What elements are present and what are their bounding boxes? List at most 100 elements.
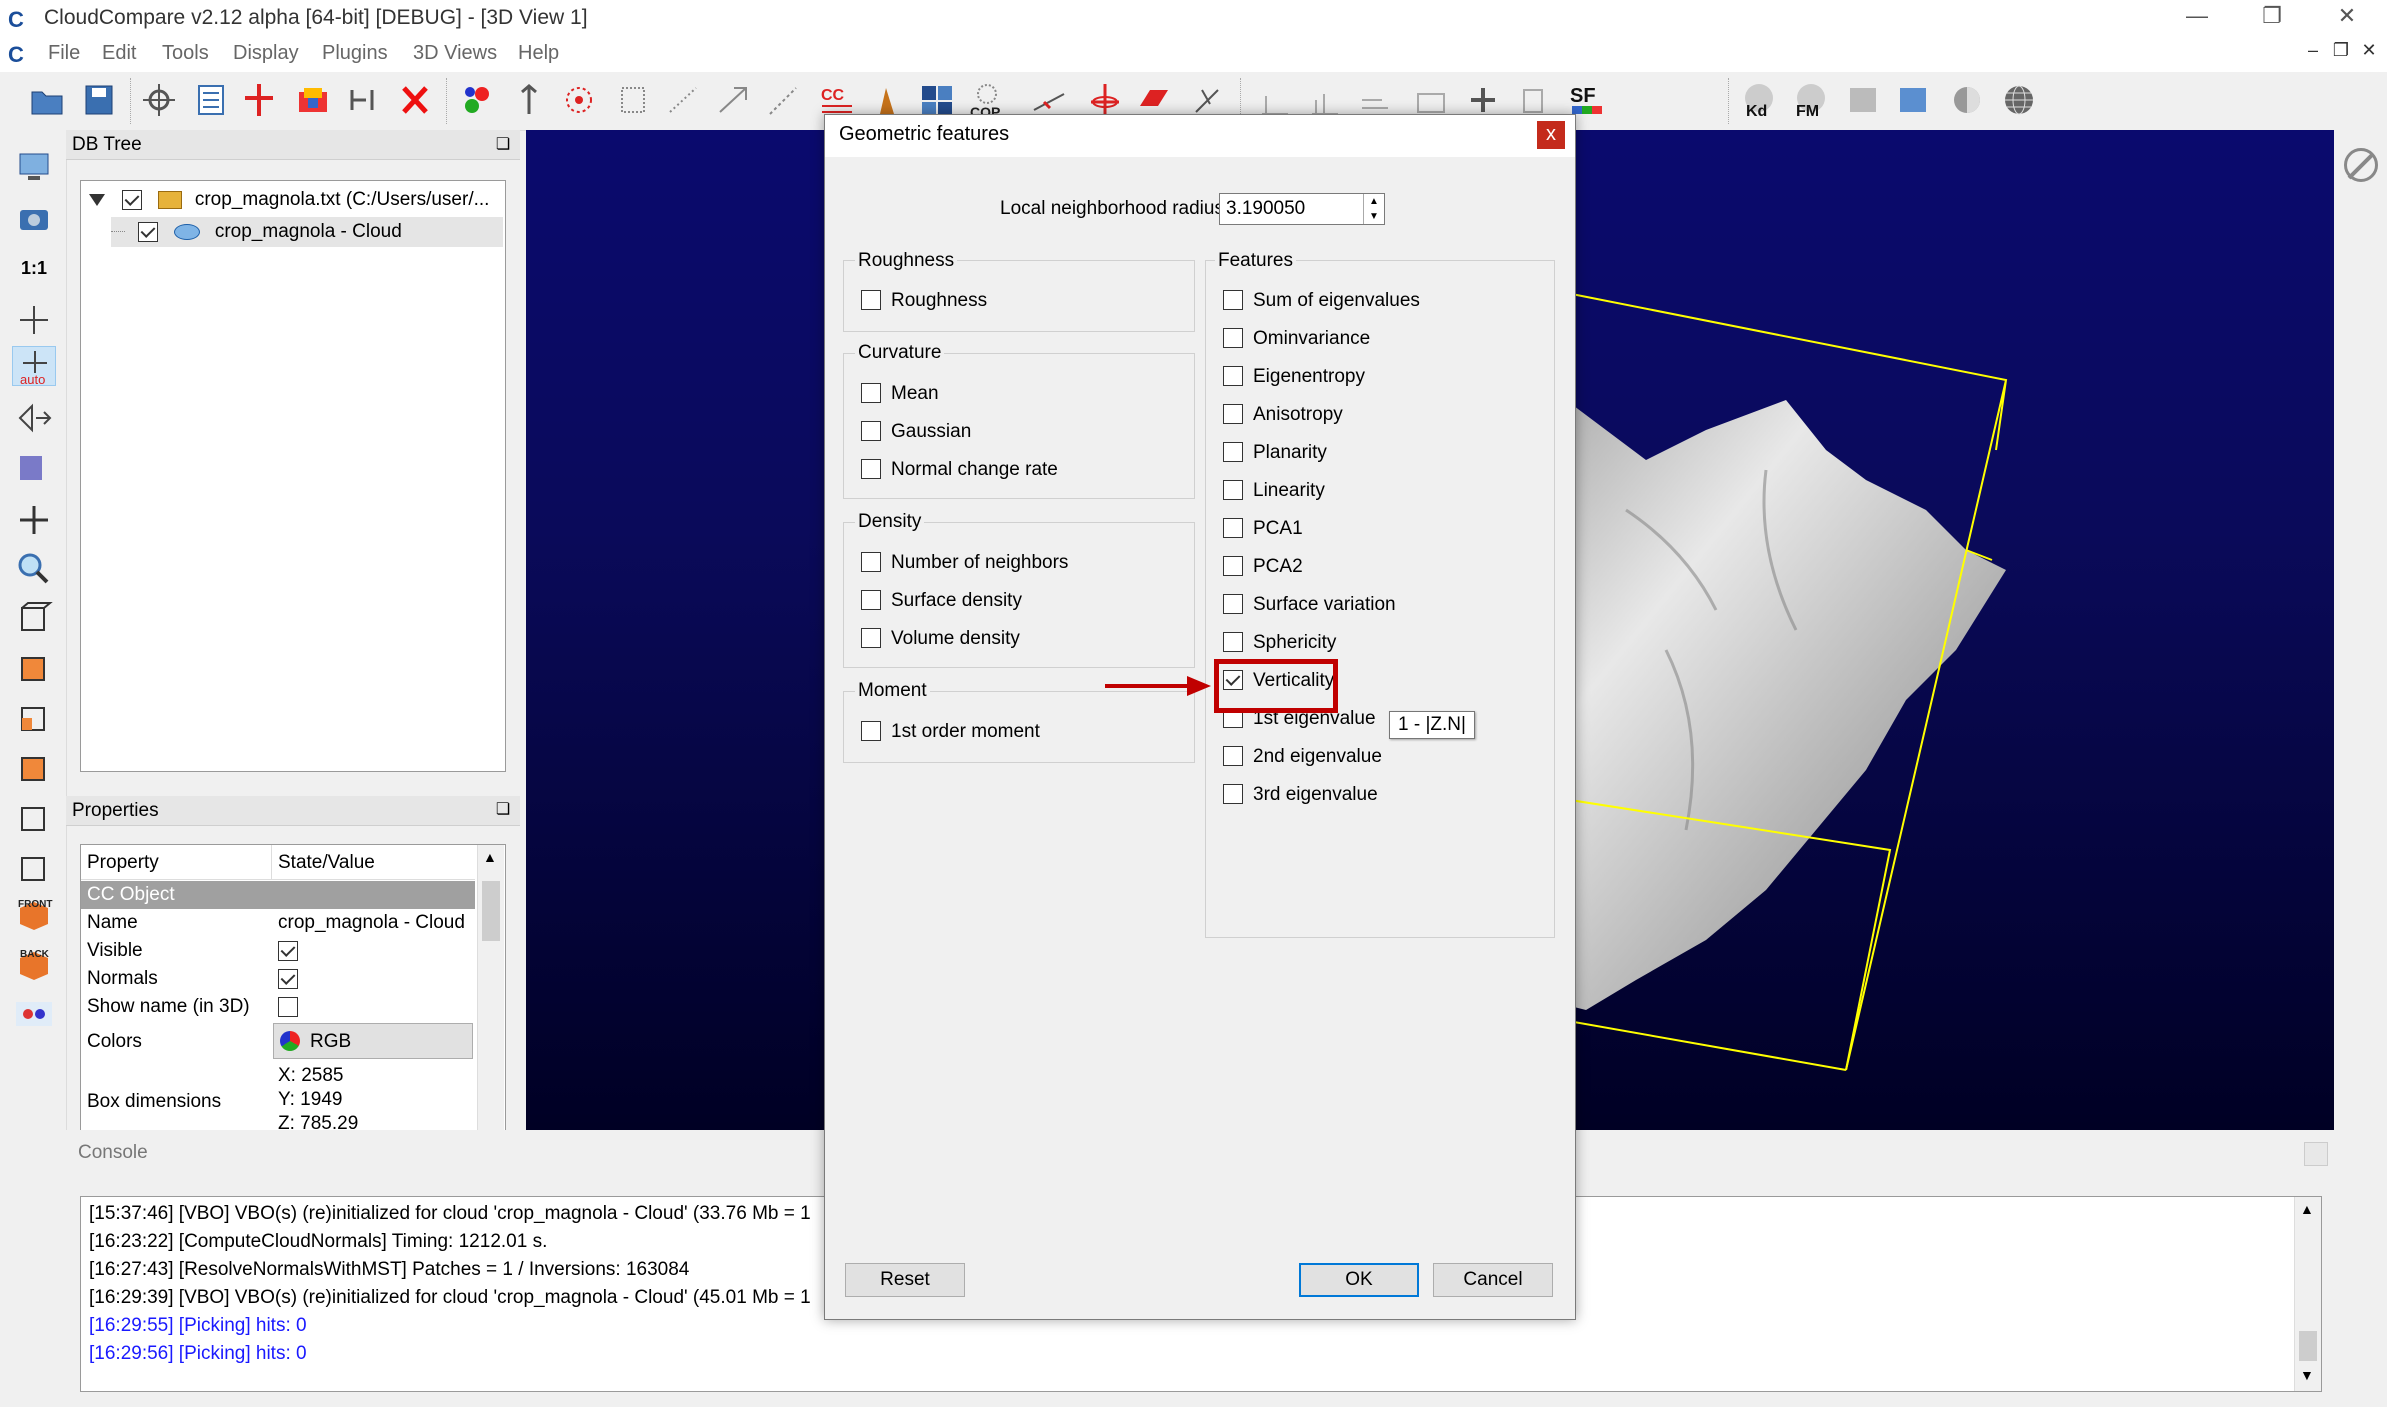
delete-icon[interactable] (396, 80, 434, 120)
close-window-button[interactable]: ✕ (2312, 0, 2382, 34)
first-order-moment-checkbox[interactable] (861, 721, 881, 741)
gaussian-option[interactable]: Gaussian (861, 421, 971, 443)
prop-name-value[interactable]: crop_magnola - Cloud (278, 912, 465, 934)
stereo-icon[interactable] (12, 994, 56, 1034)
properties-scrollbar[interactable]: ▲ (477, 845, 504, 1131)
spin-up-icon[interactable]: ▲ (1363, 194, 1384, 209)
zoom-icon[interactable] (12, 548, 56, 588)
view-right-icon[interactable] (12, 798, 56, 838)
mean-option[interactable]: Mean (861, 383, 939, 405)
show-name-checkbox[interactable] (278, 997, 298, 1017)
translate-icon[interactable] (12, 500, 56, 540)
transform-icon[interactable] (140, 80, 178, 120)
mdi-restore-icon[interactable]: ❐ (2328, 40, 2354, 66)
menu-3d-views[interactable]: 3D Views (413, 42, 497, 65)
pca2-checkbox[interactable] (1223, 556, 1243, 576)
fast-marching-icon[interactable]: FM (1792, 80, 1830, 120)
dialog-close-button[interactable]: x (1537, 121, 1565, 149)
eigenentropy-option[interactable]: Eigenentropy (1223, 366, 1365, 388)
open-icon[interactable] (28, 80, 66, 120)
tree-item-file[interactable]: crop_magnola.txt (C:/Users/user/... (89, 185, 489, 215)
sum-of-eigenvalues-option[interactable]: Sum of eigenvalues (1223, 290, 1420, 312)
iso-front-icon[interactable]: FRONT (12, 894, 56, 934)
csv-icon[interactable] (1894, 80, 1932, 120)
export-icon[interactable] (1844, 80, 1882, 120)
pca1-checkbox[interactable] (1223, 518, 1243, 538)
perspective-icon[interactable] (12, 398, 56, 438)
cancel-button[interactable]: Cancel (1433, 1263, 1553, 1297)
merge-icon[interactable] (458, 80, 496, 120)
menu-file[interactable]: File (48, 42, 80, 65)
menu-edit[interactable]: Edit (102, 42, 136, 65)
third-eigenvalue-option[interactable]: 3rd eigenvalue (1223, 784, 1378, 806)
scroll-up-icon[interactable]: ▲ (483, 849, 497, 865)
menu-tools[interactable]: Tools (162, 42, 209, 65)
col-property[interactable]: Property (87, 852, 159, 874)
dbtree-view[interactable]: crop_magnola.txt (C:/Users/user/... crop… (80, 180, 506, 772)
noise-icon[interactable] (664, 80, 702, 120)
surface-density-option[interactable]: Surface density (861, 590, 1022, 612)
planarity-option[interactable]: Planarity (1223, 442, 1327, 464)
registration-icon[interactable] (764, 80, 802, 120)
ok-button[interactable]: OK (1299, 1263, 1419, 1297)
scrollbar-thumb[interactable] (482, 881, 500, 941)
save-icon[interactable] (80, 80, 118, 120)
surface-variation-option[interactable]: Surface variation (1223, 594, 1396, 616)
volume-density-checkbox[interactable] (861, 628, 881, 648)
tree-file-label[interactable]: crop_magnola.txt (C:/Users/user/... (195, 189, 490, 210)
pick-rotation-center-icon[interactable] (12, 300, 56, 340)
menu-display[interactable]: Display (233, 42, 299, 65)
pca2-option[interactable]: PCA2 (1223, 556, 1303, 578)
normals-checkbox[interactable] (278, 969, 298, 989)
second-eigenvalue-checkbox[interactable] (1223, 746, 1243, 766)
reset-button[interactable]: Reset (845, 1263, 965, 1297)
menu-plugins[interactable]: Plugins (322, 42, 388, 65)
normal-change-rate-checkbox[interactable] (861, 459, 881, 479)
mdi-minimize-icon[interactable]: – (2300, 40, 2326, 66)
sphericity-checkbox[interactable] (1223, 632, 1243, 652)
ominvariance-option[interactable]: Ominvariance (1223, 328, 1370, 350)
number-of-neighbors-option[interactable]: Number of neighbors (861, 552, 1068, 574)
minimize-button[interactable]: — (2162, 0, 2232, 34)
tree-cloud-checkbox[interactable] (138, 221, 159, 242)
console-scrollbar[interactable]: ▲ ▼ (2294, 1197, 2321, 1391)
first-order-moment-option[interactable]: 1st order moment (861, 721, 1040, 743)
mean-checkbox[interactable] (861, 383, 881, 403)
lights-icon[interactable] (12, 448, 56, 488)
point-pick-icon[interactable] (240, 80, 278, 120)
view-top-icon[interactable] (12, 598, 56, 638)
number-of-neighbors-checkbox[interactable] (861, 552, 881, 572)
view-front-icon[interactable] (12, 648, 56, 688)
scrollbar-thumb[interactable] (2299, 1331, 2317, 1361)
subsample-icon[interactable] (614, 80, 652, 120)
kdtree-icon[interactable]: Kd (1740, 80, 1778, 120)
mdi-close-icon[interactable]: ✕ (2356, 40, 2382, 66)
pca1-option[interactable]: PCA1 (1223, 518, 1303, 540)
tree-cloud-label[interactable]: crop_magnola - Cloud (215, 221, 402, 242)
scroll-down-icon[interactable]: ▼ (2300, 1367, 2314, 1383)
dbtree-float-icon[interactable]: ❏ (492, 135, 514, 155)
view-back-icon[interactable] (12, 748, 56, 788)
list-icon[interactable] (192, 80, 230, 120)
sum-of-eigenvalues-checkbox[interactable] (1223, 290, 1243, 310)
screen-icon[interactable] (12, 148, 56, 188)
sample-icon[interactable] (560, 80, 598, 120)
sphericity-option[interactable]: Sphericity (1223, 632, 1336, 654)
visible-checkbox[interactable] (278, 941, 298, 961)
ominvariance-checkbox[interactable] (1223, 328, 1243, 348)
radius-value[interactable]: 3.190050 (1226, 198, 1305, 220)
third-eigenvalue-checkbox[interactable] (1223, 784, 1243, 804)
menu-help[interactable]: Help (518, 42, 559, 65)
globe-icon[interactable] (2000, 80, 2038, 120)
planarity-checkbox[interactable] (1223, 442, 1243, 462)
auto-pick-center-icon[interactable]: auto (12, 346, 56, 387)
iso-back-icon[interactable]: BACK (12, 944, 56, 984)
camera-icon[interactable] (12, 198, 56, 238)
roughness-option[interactable]: Roughness (861, 290, 987, 312)
roughness-checkbox[interactable] (861, 290, 881, 310)
linearity-option[interactable]: Linearity (1223, 480, 1325, 502)
gaussian-checkbox[interactable] (861, 421, 881, 441)
normal-change-rate-option[interactable]: Normal change rate (861, 459, 1058, 481)
view-bottom-icon[interactable] (12, 848, 56, 888)
tree-file-checkbox[interactable] (122, 189, 143, 210)
